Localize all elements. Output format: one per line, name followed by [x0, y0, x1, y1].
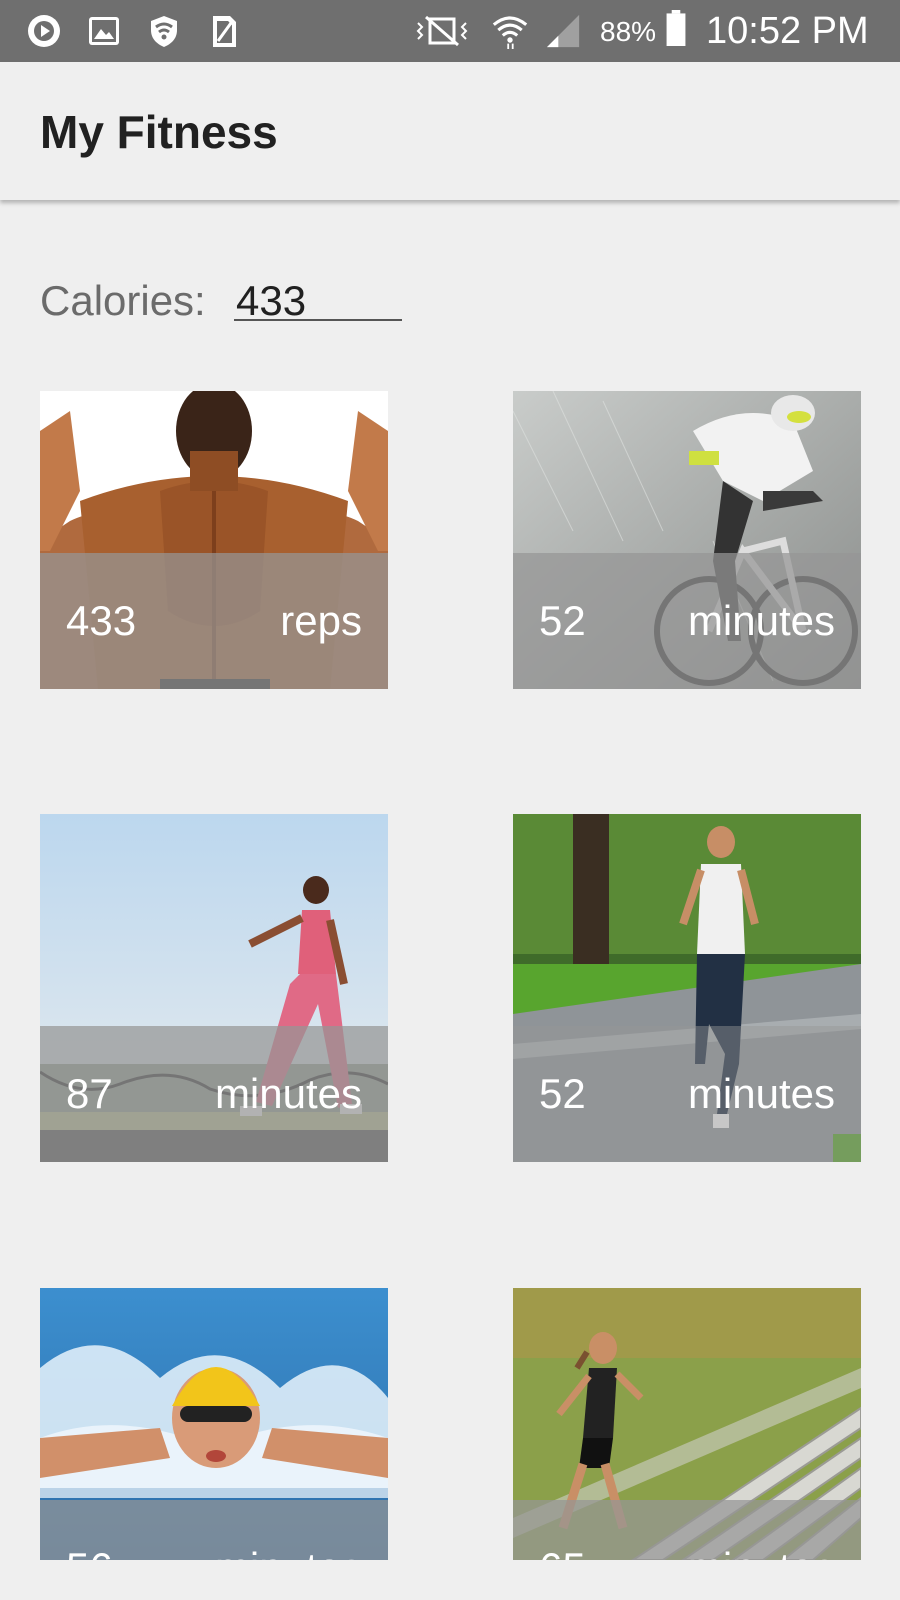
tile-unit: minutes	[688, 1544, 835, 1560]
tile-value: 52	[539, 1070, 586, 1117]
tile-jogging[interactable]: 52 minutes	[513, 814, 861, 1162]
tile-overlay: 52 minutes	[513, 553, 861, 689]
battery-percent: 88%	[600, 16, 657, 47]
status-time: 10:52 PM	[706, 10, 869, 52]
status-bar: 88% 10:52 PM	[0, 0, 900, 62]
tile-swimming[interactable]: 56 minutes	[40, 1288, 388, 1560]
tile-overlay: 433 reps	[40, 553, 388, 689]
gallery-icon	[89, 17, 119, 45]
app-bar: My Fitness	[0, 62, 900, 200]
tile-value: 65	[539, 1544, 586, 1560]
tile-overlay: 56 minutes	[40, 1500, 388, 1560]
tile-walking[interactable]: 87 minutes	[40, 814, 388, 1162]
tile-stair-running[interactable]: 65 minutes	[513, 1288, 861, 1560]
calories-label: Calories:	[40, 277, 206, 324]
sim-icon	[213, 16, 236, 47]
wifi-icon	[492, 16, 528, 49]
tile-value: 433	[66, 597, 137, 644]
calories-field[interactable]: 433	[234, 276, 402, 324]
tile-unit: reps	[280, 597, 362, 644]
tile-value: 52	[539, 597, 586, 644]
battery-icon	[666, 10, 686, 46]
media-icon	[28, 15, 60, 47]
tile-value: 87	[66, 1070, 113, 1117]
tile-value: 56	[66, 1544, 113, 1560]
tile-overlay: 52 minutes	[513, 1026, 861, 1162]
tile-overlay: 87 minutes	[40, 1026, 388, 1162]
tile-unit: minutes	[687, 1070, 835, 1117]
vpn-shield-icon	[151, 16, 177, 47]
tile-cycling[interactable]: 52 minutes	[513, 391, 861, 689]
mute-icon	[416, 15, 468, 47]
page-title: My Fitness	[40, 106, 278, 158]
tile-unit: minutes	[687, 597, 835, 644]
tile-unit: minutes	[214, 1070, 362, 1117]
tile-unit: minutes	[215, 1544, 362, 1560]
signal-icon	[546, 14, 580, 48]
tile-weight-training[interactable]: 433 reps	[40, 391, 388, 689]
tile-overlay: 65 minutes	[513, 1500, 861, 1560]
